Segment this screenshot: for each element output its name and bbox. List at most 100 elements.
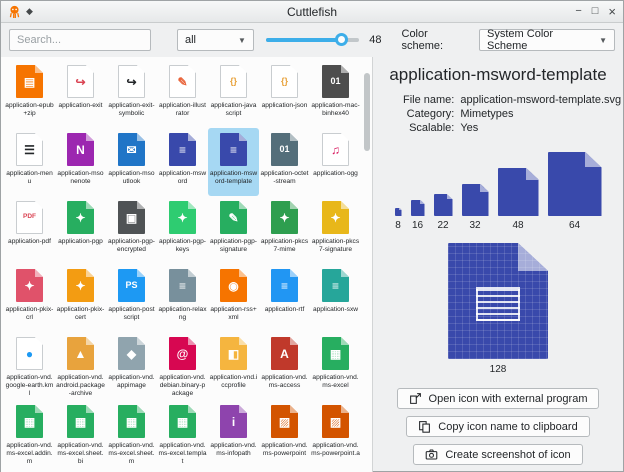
- icon-label: application-vnd.ms-excel.sheet.m: [107, 442, 156, 466]
- file-icon-glyph: ▦: [177, 416, 188, 428]
- icon-grid: ▤application-epub+zip↪application-exit↪a…: [4, 60, 366, 468]
- slider-handle[interactable]: [335, 33, 348, 46]
- file-icon-glyph: ▦: [330, 348, 341, 360]
- file-icon: ◆: [118, 337, 145, 370]
- action-buttons: Open icon with external program Copy icon…: [397, 388, 600, 472]
- icon-grid-item[interactable]: ↪application-exit-symbolic: [106, 60, 157, 128]
- icon-grid-item[interactable]: {}application-javascript: [208, 60, 259, 128]
- copy-icon-name-to-clipboard-button[interactable]: Copy icon name to clipboard: [406, 416, 589, 437]
- icon-grid-item[interactable]: ▦application-vnd.ms-excel.sheet.bi: [55, 400, 106, 468]
- icon-grid-item[interactable]: Aapplication-vnd.ms-access: [259, 332, 310, 400]
- icon-grid-item[interactable]: 01 application-mac-binhex40: [310, 60, 361, 128]
- icon-label: application-vnd.ms-infopath: [209, 442, 258, 458]
- icon-label: application-pgp: [56, 238, 105, 246]
- color-scheme-dropdown[interactable]: System Color Scheme ▼: [479, 29, 615, 51]
- icon-grid-item[interactable]: ▤application-epub+zip: [4, 60, 55, 128]
- icon-grid-item[interactable]: ≡application-msword: [157, 128, 208, 196]
- icon-grid-item[interactable]: ▦application-vnd.ms-excel.templat: [157, 400, 208, 468]
- file-icon-glyph: ↪: [126, 76, 136, 88]
- window-title: Cuttlefish: [1, 5, 623, 19]
- icon-label: application-sxw: [311, 306, 360, 314]
- size-preview-item: 64: [548, 152, 602, 231]
- icon-grid-item[interactable]: ✦application-pkcs7-signature: [310, 196, 361, 264]
- icon-grid-item[interactable]: ▣application-pgp-encrypted: [106, 196, 157, 264]
- minimize-icon[interactable]: −: [575, 6, 581, 17]
- file-icon: [434, 194, 453, 216]
- file-icon: ▲: [67, 337, 94, 370]
- icon-grid-item[interactable]: ✎application-illustrator: [157, 60, 208, 128]
- icon-grid-item[interactable]: ▨application-vnd.ms-powerpoint.a: [310, 400, 361, 468]
- file-icon-glyph: ✎: [228, 212, 238, 224]
- icon-grid-item[interactable]: ≡application-relaxng: [157, 264, 208, 332]
- file-icon: PDF: [16, 201, 43, 234]
- icon-grid-item[interactable]: ✦ application-pgp-keys: [157, 196, 208, 264]
- icon-grid-item[interactable]: iapplication-vnd.ms-infopath: [208, 400, 259, 468]
- icon-grid-item[interactable]: ☰application-menu: [4, 128, 55, 196]
- size-previews: 81622324864: [395, 152, 602, 231]
- icon-grid-item[interactable]: ✉ application-msoutlook: [106, 128, 157, 196]
- icon-grid-item[interactable]: ●application-vnd.google-earth.kml: [4, 332, 55, 400]
- size-number: 64: [569, 220, 580, 231]
- icon-grid-item[interactable]: ▨application-vnd.ms-powerpoint: [259, 400, 310, 468]
- icon-label: application-octet-stream: [260, 170, 309, 186]
- file-icon-glyph: ↪: [75, 76, 85, 88]
- size-preview-item: 48: [498, 168, 539, 231]
- icon-grid-item[interactable]: ✦application-pkcs7-mime: [259, 196, 310, 264]
- open-icon-with-external-program-button[interactable]: Open icon with external program: [397, 388, 600, 409]
- file-icon-glyph: {}: [281, 77, 288, 86]
- pin-icon[interactable]: ◆: [26, 6, 33, 17]
- file-icon-glyph: PS: [125, 281, 137, 290]
- icon-grid-item[interactable]: ◉application-rss+xml: [208, 264, 259, 332]
- icon-grid-item[interactable]: ◆application-vnd.appimage: [106, 332, 157, 400]
- file-icon: {}: [220, 65, 247, 98]
- icon-grid-item[interactable]: 01application-octet-stream: [259, 128, 310, 196]
- search-input[interactable]: [9, 29, 151, 51]
- icon-grid-item[interactable]: ♫application-ogg: [310, 128, 361, 196]
- icon-grid-item[interactable]: ✦application-pkix-cert: [55, 264, 106, 332]
- create-screenshot-of-icon-button[interactable]: Create screenshot of icon: [413, 444, 582, 465]
- file-icon-glyph: ≡: [179, 144, 186, 156]
- file-icon-glyph: A: [280, 348, 289, 360]
- file-icon: ≡: [322, 269, 349, 302]
- icon-grid-item[interactable]: ≡application-rtf: [259, 264, 310, 332]
- maximize-icon[interactable]: □: [592, 6, 599, 17]
- icon-label: application-msoutlook: [107, 170, 156, 186]
- size-slider[interactable]: [266, 29, 359, 51]
- icon-label: application-mac-binhex40: [311, 102, 360, 118]
- category-dropdown[interactable]: all ▼: [177, 29, 254, 51]
- file-icon-glyph: ✦: [24, 280, 34, 292]
- icon-label: application-rss+xml: [209, 306, 258, 322]
- large-preview: 128: [448, 243, 548, 375]
- close-icon[interactable]: ×: [608, 5, 616, 18]
- icon-grid-item[interactable]: ▲application-vnd.android.package-archive: [55, 332, 106, 400]
- icon-grid-item[interactable]: {}application-json: [259, 60, 310, 128]
- large-icon-preview: [448, 243, 548, 359]
- icon-grid-item[interactable]: @application-vnd.debian.binary-package: [157, 332, 208, 400]
- icon-grid-item[interactable]: PDFapplication-pdf: [4, 196, 55, 264]
- icon-grid-item[interactable]: ✎application-pgp-signature: [208, 196, 259, 264]
- icon-grid-item[interactable]: ▦application-vnd.ms-excel.sheet.m: [106, 400, 157, 468]
- icon-grid-item[interactable]: ▦application-vnd.ms-excel: [310, 332, 361, 400]
- icon-grid-item[interactable]: Napplication-msonenote: [55, 128, 106, 196]
- file-icon-glyph: ✦: [177, 212, 187, 224]
- file-icon: @: [169, 337, 196, 370]
- file-icon: 01: [322, 65, 349, 98]
- icon-grid-item[interactable]: ↪application-exit: [55, 60, 106, 128]
- icon-grid-item[interactable]: ✦application-pgp: [55, 196, 106, 264]
- icon-label: application-vnd.google-earth.kml: [5, 374, 54, 398]
- field-value: Yes: [460, 122, 621, 134]
- icon-grid-item[interactable]: ≡application-msword-template: [208, 128, 259, 196]
- field-value: Mimetypes: [460, 108, 621, 120]
- icon-grid-item[interactable]: ◧application-vnd.iccprofile: [208, 332, 259, 400]
- icon-label: application-vnd.ms-powerpoint.a: [311, 442, 360, 458]
- file-icon-glyph: ▨: [279, 416, 290, 428]
- file-icon: ✉: [118, 133, 145, 166]
- icon-grid-item[interactable]: ▦application-vnd.ms-excel.addin.m: [4, 400, 55, 468]
- icon-grid-item[interactable]: ✦application-pkix-crl: [4, 264, 55, 332]
- scrollbar[interactable]: [364, 73, 370, 151]
- file-icon-glyph: ▣: [126, 212, 137, 224]
- icon-grid-item[interactable]: ≡ application-sxw: [310, 264, 361, 332]
- icon-grid-item[interactable]: PSapplication-postscript: [106, 264, 157, 332]
- icon-label: application-pgp-keys: [158, 238, 207, 254]
- size-number: 32: [469, 220, 480, 231]
